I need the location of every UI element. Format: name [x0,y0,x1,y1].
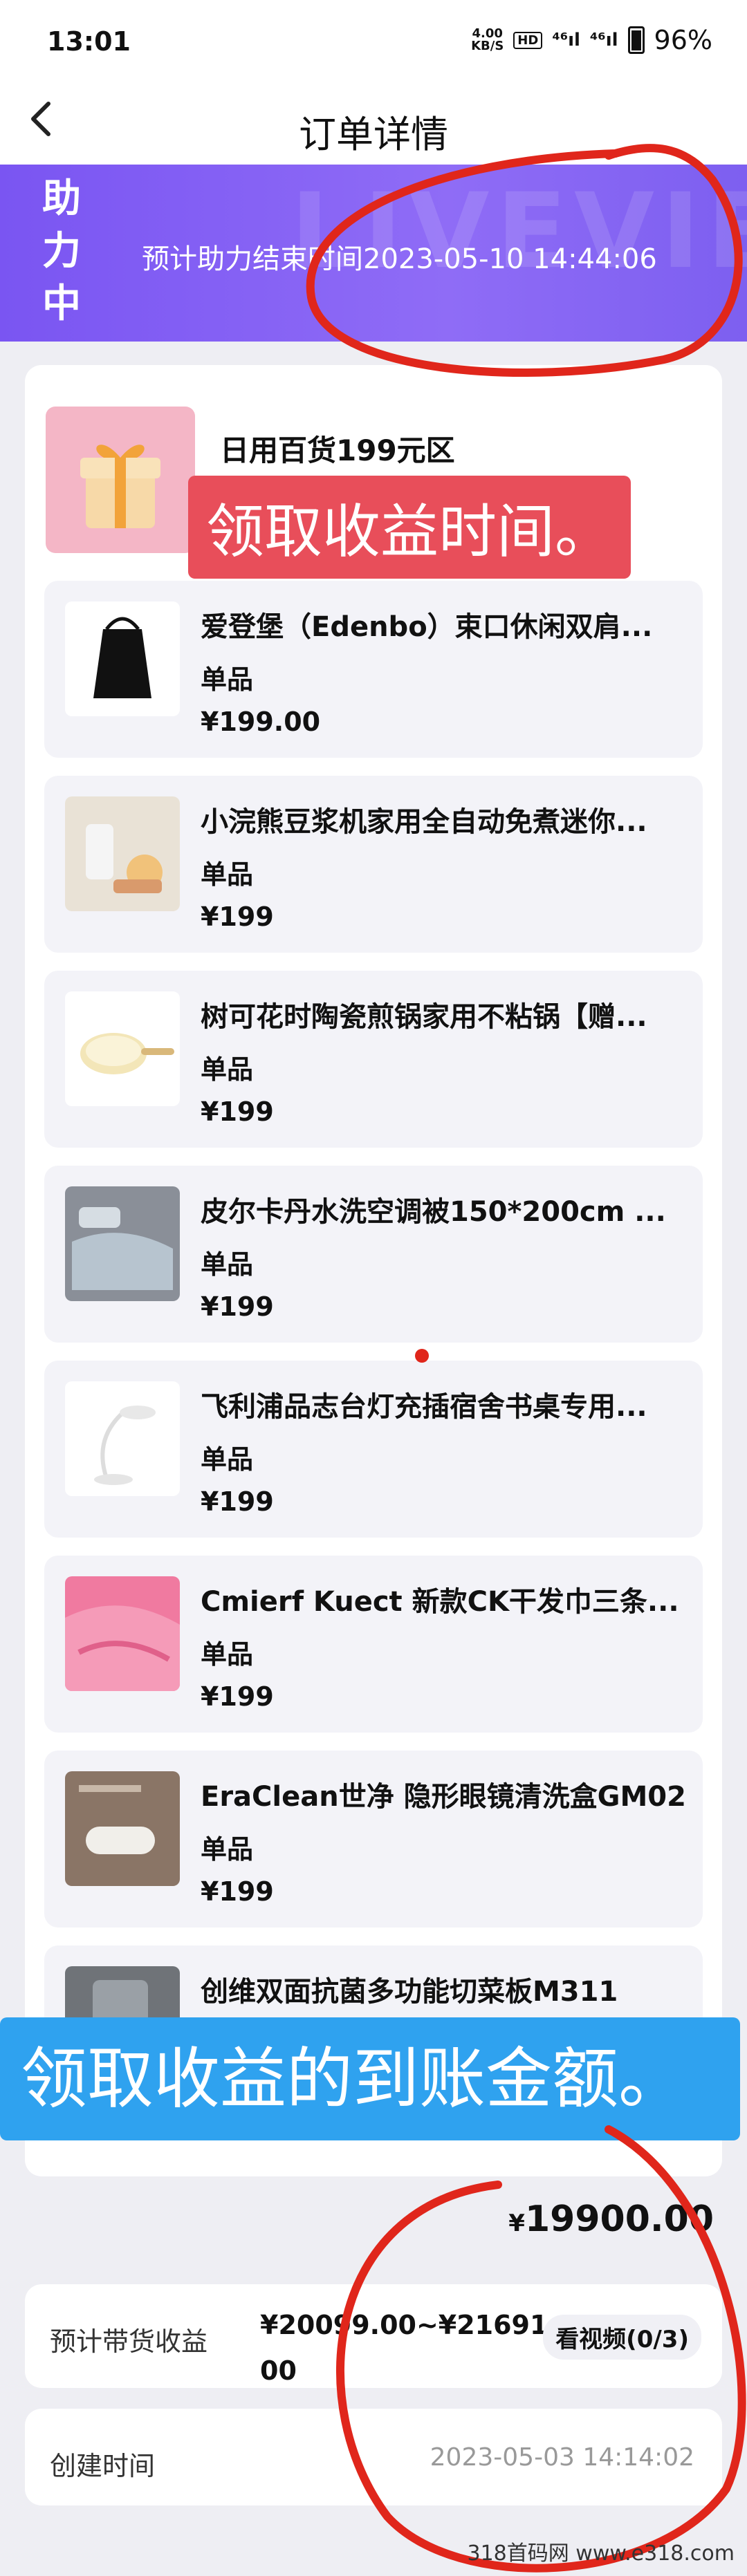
product-price: ¥199 [201,1096,274,1127]
product-type: 单品 [201,1054,254,1085]
product-type: 单品 [201,1639,254,1670]
product-price: ¥199 [201,1291,274,1322]
product-title: 飞利浦品志台灯充插宿舍书桌专用... [201,1391,647,1423]
product-item[interactable]: 爱登堡（Edenbo）束口休闲双肩... 单品 ¥199.00 [44,581,703,758]
product-price: ¥199 [201,1486,274,1517]
product-price: ¥199 [201,1876,274,1907]
product-type: 单品 [201,1834,254,1865]
product-type: 单品 [201,664,254,695]
product-price: ¥199.00 [201,707,321,737]
shop-name: 日用百货199元区 [220,433,455,467]
product-title: 树可花时陶瓷煎锅家用不粘锅【赠... [201,1001,647,1033]
network-speed: 4.00 KB/S [471,26,504,53]
product-title: Cmierf Kuect 新款CK干发巾三条... [201,1586,679,1618]
income-row: 预计带货收益 ¥20099.00~¥21691.00 看视频(0/3) [25,2284,722,2388]
signal-icon-2: ⁴⁶ıl [589,30,618,50]
site-watermark: 318首码网 www.e318.com [467,2541,735,2566]
watch-video-button[interactable]: 看视频(0/3) [543,2315,701,2360]
created-time-label: 创建时间 [50,2451,156,2481]
product-item[interactable]: 树可花时陶瓷煎锅家用不粘锅【赠... 单品 ¥199 [44,971,703,1148]
order-total: ¥19900.00 [508,2199,714,2240]
product-price: ¥199 [201,902,274,932]
product-item[interactable]: 皮尔卡丹水洗空调被150*200cm ... 单品 ¥199 [44,1166,703,1343]
product-item[interactable]: Cmierf Kuect 新款CK干发巾三条... 单品 ¥199 [44,1556,703,1733]
status-time: 13:01 [47,26,131,57]
created-time-row: 创建时间 2023-05-03 14:14:02 [25,2409,722,2505]
status-icons: 4.00 KB/S HD ⁴⁶ıl ⁴⁶ıl 96% [471,25,712,55]
quilt-icon [65,1186,180,1301]
battery-icon [627,26,645,54]
time-note-callout: 领取收益时间。 [188,476,631,579]
hd-icon: HD [513,31,543,49]
backpack-icon [65,601,180,716]
battery-percent: 96% [654,25,712,55]
product-title: 创维双面抗菌多功能切菜板M311 [201,1976,618,2008]
product-type: 单品 [201,859,254,890]
towel-icon [65,1576,180,1691]
soymilk-maker-icon [65,796,180,911]
product-item[interactable]: 飞利浦品志台灯充插宿舍书桌专用... 单品 ¥199 [44,1361,703,1538]
product-type: 单品 [201,1444,254,1475]
desk-lamp-icon [65,1381,180,1496]
created-time-value: 2023-05-03 14:14:02 [430,2443,694,2472]
assist-end-time: 预计助力结束时间2023-05-10 14:44:06 [142,243,657,275]
product-price: ¥199 [201,1681,274,1712]
product-item[interactable]: EraClean世净 隐形眼镜清洗盒GM02 单品 ¥199 [44,1751,703,1928]
signal-icon: ⁴⁶ıl [552,30,580,50]
frying-pan-icon [65,991,180,1106]
income-label: 预计带货收益 [50,2326,208,2357]
income-value: ¥20099.00~¥21691.00 [260,2310,558,2386]
lens-cleaner-icon [65,1771,180,1886]
product-title: 小浣熊豆浆机家用全自动免煮迷你... [201,806,647,838]
nav-bar: 订单详情 [0,83,747,165]
product-title: 爱登堡（Edenbo）束口休闲双肩... [201,611,653,643]
gift-box-icon [46,407,195,553]
product-title: EraClean世净 隐形眼镜清洗盒GM02 [201,1781,685,1813]
product-title: 皮尔卡丹水洗空调被150*200cm ... [201,1196,666,1228]
product-type: 单品 [201,1249,254,1280]
status-bar: 13:01 4.00 KB/S HD ⁴⁶ıl ⁴⁶ıl 96% [0,0,747,83]
assist-banner: LIVEVIEWER 助 力 中 预计助力结束时间2023-05-10 14:4… [0,165,747,342]
page-title: 订单详情 [299,113,448,156]
order-card: 日用百货199元区 爱登堡（Edenbo）束口休闲双肩... 单品 ¥199.0… [25,365,722,2176]
product-item[interactable]: 小浣熊豆浆机家用全自动免煮迷你... 单品 ¥199 [44,776,703,953]
assist-status-tag: 助 力 中 [42,176,81,326]
amount-note-callout: 领取收益的到账金额。 [0,2017,740,2140]
